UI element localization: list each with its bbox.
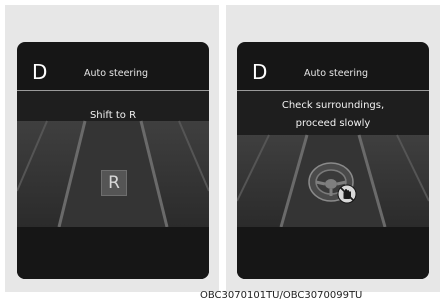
display-bottom-band	[17, 227, 209, 279]
display-bottom-band	[237, 227, 429, 279]
cluster-display-check-surroundings: D Auto steering Check surroundings, proc…	[237, 42, 429, 279]
mode-label: Auto steering	[303, 68, 369, 79]
header-divider	[17, 90, 209, 91]
cluster-display-shift-to-r: D Auto steering Shift to R R	[17, 42, 209, 279]
warning-message: Shift to R	[89, 110, 137, 121]
header-divider	[237, 90, 429, 91]
warning-message-line1: Check surroundings,	[281, 100, 385, 111]
reverse-gear-box: R	[101, 170, 127, 196]
steering-wheel-hands-off-icon	[308, 162, 357, 204]
mode-label: Auto steering	[83, 68, 149, 79]
warning-message-line2: proceed slowly	[295, 118, 371, 129]
figure-caption: OBC3070101TU/OBC3070099TU	[200, 290, 363, 301]
